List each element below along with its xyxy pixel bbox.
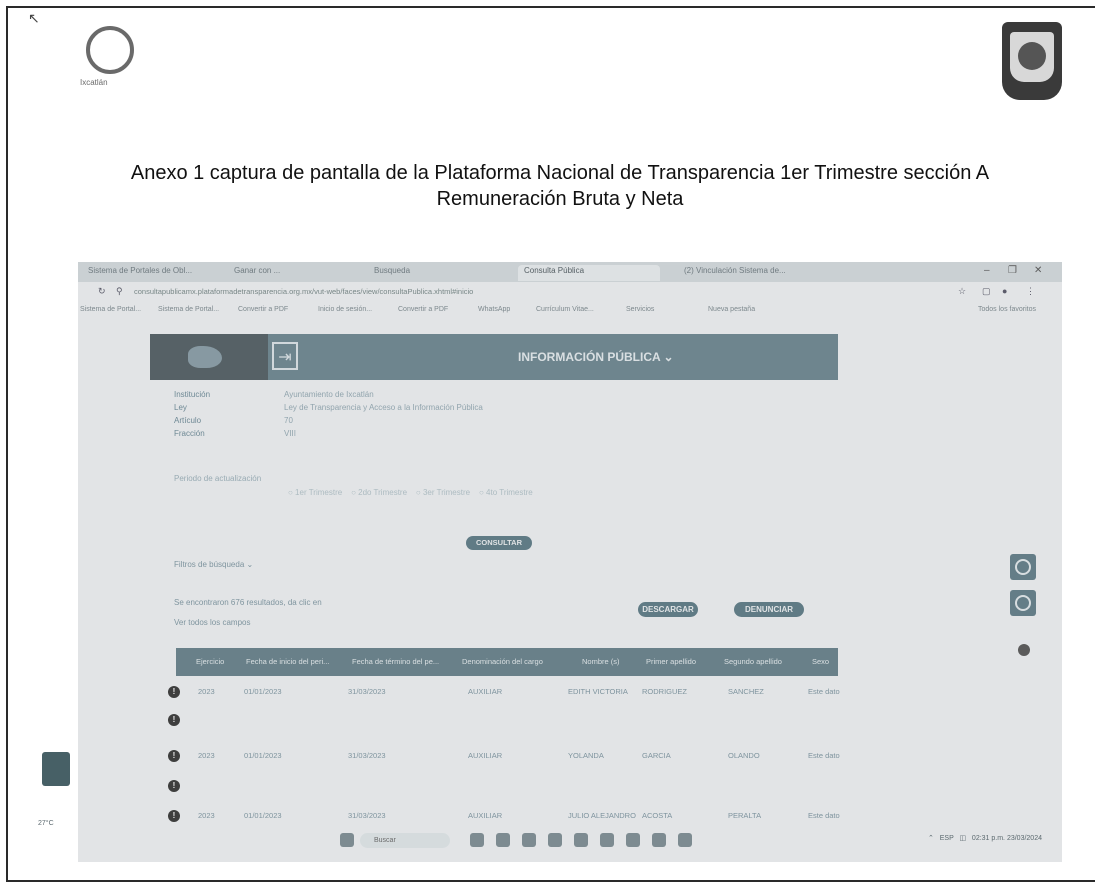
bookmark[interactable]: Inicio de sesión... — [318, 306, 372, 313]
government-logo — [150, 334, 268, 380]
tray-time: 02:31 p.m. — [971, 835, 1005, 842]
system-tray[interactable]: ⌃ ESP ◫ 02:31 p.m. 23/03/2024 — [928, 834, 1042, 842]
browser-tab[interactable]: Busqueda — [368, 265, 490, 281]
mail-icon[interactable] — [522, 833, 536, 847]
bookmark[interactable]: Convertir a PDF — [238, 306, 288, 313]
column-header[interactable]: Denominación del cargo — [462, 657, 543, 666]
browser-tab-strip: Sistema de Portales de Obl... Ganar con … — [78, 262, 1062, 282]
magnifier-icon — [1015, 595, 1031, 611]
filters-toggle[interactable]: Filtros de búsqueda ⌄ — [174, 560, 253, 569]
weather-icon[interactable] — [42, 752, 70, 786]
column-header[interactable]: Nombre (s) — [582, 657, 620, 666]
browser-tab[interactable]: Sistema de Portales de Obl... — [82, 265, 214, 281]
descargar-button[interactable]: DESCARGAR — [638, 602, 698, 617]
star-icon[interactable]: ☆ — [958, 286, 966, 297]
bookmark[interactable]: Sistema de Portal... — [158, 306, 219, 313]
corner-mark: ↖ — [28, 10, 40, 26]
info-side-button[interactable] — [1010, 554, 1036, 580]
document-title: Anexo 1 captura de pantalla de la Plataf… — [90, 160, 1030, 212]
column-header[interactable]: Primer apellido — [646, 657, 696, 666]
word-icon[interactable] — [626, 833, 640, 847]
periodo-label: Periodo de actualización — [174, 474, 262, 483]
bookmark[interactable]: Sistema de Portal... — [80, 306, 141, 313]
minimize-icon[interactable]: – — [984, 265, 990, 276]
bookmark[interactable]: Convertir a PDF — [398, 306, 448, 313]
table-row[interactable]: ! 2023 01/01/2023 31/03/2023 AUXILIAR JULI… — [168, 806, 840, 828]
store-icon[interactable] — [548, 833, 562, 847]
tray-date: 23/03/2024 — [1006, 835, 1042, 842]
results-text: Se encontraron 676 resultados, da clic e… — [174, 598, 322, 607]
start-icon[interactable] — [340, 833, 354, 847]
browser-tab[interactable]: Ganar con ... — [228, 265, 330, 281]
table-row[interactable]: ! — [168, 710, 838, 732]
consultar-button[interactable]: CONSULTAR — [466, 536, 532, 550]
task-view-icon[interactable] — [470, 833, 484, 847]
url-text[interactable]: consultapublicamx.plataformadetransparen… — [134, 287, 473, 296]
see-all-fields-link[interactable]: Ver todos los campos — [174, 618, 250, 627]
bookmarks-bar: Sistema de Portal... Sistema de Portal..… — [78, 304, 1062, 320]
column-header[interactable]: Fecha de término del pe... — [352, 657, 439, 666]
portal-banner: ⇥ INFORMACIÓN PÚBLICA ⌄ — [268, 334, 838, 380]
info-icon[interactable]: ! — [168, 780, 180, 792]
municipality-logo: Ixcatlán — [80, 26, 140, 96]
menu-icon[interactable]: ⋮ — [1026, 286, 1035, 297]
site-info-icon[interactable]: ⚲ — [116, 286, 123, 297]
restore-icon[interactable]: ❐ — [1008, 265, 1017, 276]
browser-tab[interactable]: (2) Vinculación Sistema de... — [678, 265, 810, 281]
logo-ring-icon — [86, 26, 134, 74]
profile-icon[interactable]: ● — [1002, 286, 1007, 296]
info-icon[interactable]: ! — [168, 686, 180, 698]
table-header: Ejercicio Fecha de inicio del peri... Fe… — [176, 648, 838, 676]
column-header[interactable]: Ejercicio — [196, 657, 224, 666]
taskbar-search[interactable]: Buscar — [360, 833, 450, 848]
browser-tab-active[interactable]: Consulta Pública — [518, 265, 660, 281]
denunciar-button[interactable]: DENUNCIAR — [734, 602, 804, 617]
reload-icon[interactable]: ↻ — [98, 286, 106, 297]
chrome-icon[interactable] — [652, 833, 666, 847]
login-icon[interactable]: ⇥ — [272, 342, 298, 370]
close-icon[interactable]: ✕ — [1034, 265, 1042, 276]
column-header[interactable]: Segundo apellido — [724, 657, 782, 666]
screenshot-capture: Sistema de Portales de Obl... Ganar con … — [38, 262, 1062, 862]
accessibility-side-button[interactable] — [1010, 590, 1036, 616]
help-icon[interactable] — [1018, 644, 1030, 656]
query-metadata: Institución Ayuntamiento de Ixcatlán Ley L… — [174, 390, 483, 438]
eagle-icon — [188, 346, 222, 368]
bookmark[interactable]: Servicios — [626, 306, 654, 313]
column-header[interactable]: Sexo — [812, 657, 829, 666]
folder-icon[interactable] — [600, 833, 614, 847]
info-icon[interactable]: ! — [168, 810, 180, 822]
column-header[interactable]: Fecha de inicio del peri... — [246, 657, 329, 666]
excel-icon[interactable] — [678, 833, 692, 847]
table-row[interactable]: ! — [168, 776, 838, 798]
period-options[interactable]: ○ 1er Trimestre ○ 2do Trimestre ○ 3er Tr… — [288, 488, 533, 497]
logo-text: Ixcatlán — [80, 78, 108, 87]
table-row[interactable]: ! 2023 01/01/2023 31/03/2023 AUXILIAR EDIT… — [168, 682, 840, 704]
table-row[interactable]: ! 2023 01/01/2023 31/03/2023 AUXILIAR YOLA… — [168, 746, 840, 768]
shield-icon[interactable] — [574, 833, 588, 847]
extensions-icon[interactable]: ▢ — [982, 286, 991, 297]
title-line-1: Anexo 1 captura de pantalla de la Plataf… — [130, 162, 990, 184]
weather-text: 27°C — [38, 820, 54, 827]
info-icon[interactable]: ! — [168, 750, 180, 762]
bookmark[interactable]: Currículum Vitae... — [536, 306, 594, 313]
bookmark[interactable]: Nueva pestaña — [708, 306, 755, 313]
bookmark[interactable]: WhatsApp — [478, 306, 510, 313]
file-explorer-icon[interactable] — [496, 833, 510, 847]
bookmarks-folder[interactable]: Todos los favoritos — [978, 306, 1036, 313]
exclamation-icon — [1015, 559, 1031, 575]
info-icon[interactable]: ! — [168, 714, 180, 726]
taskbar: Buscar — [340, 830, 760, 852]
state-seal-icon — [1002, 22, 1062, 100]
address-bar[interactable]: ↻ ⚲ consultapublicamx.plataformadetransp… — [78, 284, 1062, 302]
banner-label[interactable]: INFORMACIÓN PÚBLICA ⌄ — [518, 350, 674, 364]
title-line-2: Remuneración Bruta y Neta — [436, 188, 684, 210]
